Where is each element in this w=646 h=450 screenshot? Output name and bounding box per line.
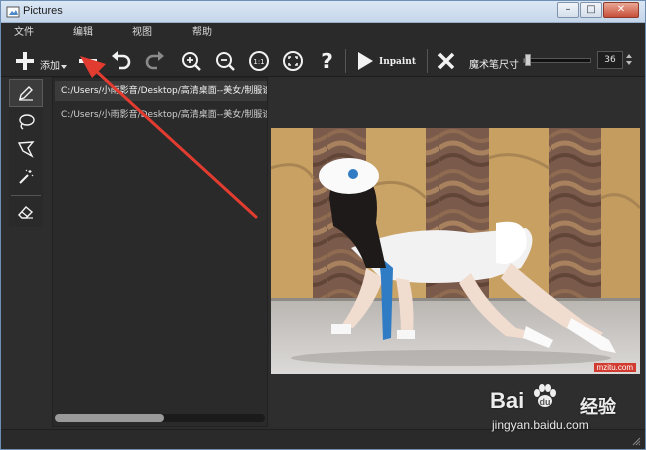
baidu-jingyan-text: 经验 (580, 397, 616, 418)
polygon-lasso-icon (17, 141, 35, 158)
lasso-icon (19, 114, 35, 130)
lasso-tool[interactable] (9, 108, 43, 136)
zoom-in-button[interactable] (179, 49, 203, 73)
status-bar (1, 429, 645, 449)
redo-icon (145, 51, 164, 70)
pencil-tool[interactable] (9, 79, 43, 107)
add-dropdown-icon[interactable] (61, 65, 67, 69)
brush-size-stepper[interactable] (624, 51, 634, 69)
fit-window-button[interactable] (281, 49, 305, 73)
file-list-item[interactable]: C:/Users/小雨影音/Desktop/高清桌面--美女/制服诱惑 (55, 105, 267, 125)
minimize-icon: – (565, 4, 571, 15)
baidu-logo-text: Bai (490, 388, 525, 413)
tool-separator (11, 195, 41, 196)
undo-button[interactable] (109, 49, 133, 73)
menu-edit[interactable]: 编辑 (73, 23, 93, 43)
photo-watermark: mzitu.com (593, 363, 636, 372)
magic-wand-icon (19, 169, 34, 184)
svg-text:1:1: 1:1 (253, 58, 264, 66)
resize-grip-icon[interactable] (631, 436, 641, 446)
baidu-logo-tail: du (540, 397, 551, 407)
loaded-photo[interactable]: mzitu.com (271, 128, 640, 374)
minimize-button[interactable]: – (557, 2, 579, 18)
app-icon (6, 6, 20, 18)
brush-size-input[interactable]: 36 (597, 51, 623, 69)
file-list-hscrollbar[interactable] (55, 414, 265, 422)
pencil-icon (19, 86, 33, 101)
fit-window-icon (283, 51, 303, 71)
zoom-in-icon (182, 52, 201, 71)
clear-selection-button[interactable] (434, 49, 458, 73)
actual-size-icon: 1:1 (249, 51, 269, 71)
menu-file[interactable]: 文件 (14, 23, 34, 43)
toolbar-separator (427, 49, 428, 73)
magic-wand-tool[interactable] (9, 163, 43, 191)
close-button[interactable]: ✕ (603, 2, 639, 18)
help-button[interactable]: ? (315, 49, 339, 73)
close-icon: ✕ (616, 4, 626, 15)
inpaint-label[interactable]: Inpaint (379, 57, 416, 67)
inpaint-button[interactable] (353, 49, 377, 73)
file-list-item[interactable]: C:/Users/小雨影音/Desktop/高清桌面--美女/制服诱惑 (55, 81, 267, 101)
file-list: C:/Users/小雨影音/Desktop/高清桌面--美女/制服诱惑 C:/U… (52, 77, 268, 427)
polygon-lasso-tool[interactable] (9, 135, 43, 163)
window-title: Pictures (23, 5, 63, 17)
baidu-paw-icon: du (534, 384, 556, 407)
maximize-button[interactable]: □ (580, 2, 602, 18)
selection-tools (9, 77, 43, 227)
title-bar[interactable]: Pictures – □ ✕ (1, 1, 645, 23)
help-icon: ? (321, 50, 333, 72)
stepper-up-icon[interactable] (626, 54, 632, 58)
photo-image (271, 128, 640, 374)
eraser-icon (18, 206, 34, 219)
brush-size-label: 魔术笔尺寸 (469, 60, 519, 71)
brush-size-slider-handle[interactable] (525, 54, 532, 66)
stepper-down-icon[interactable] (626, 61, 632, 65)
actual-size-button[interactable]: 1:1 (247, 49, 271, 73)
menu-help[interactable]: 帮助 (192, 23, 212, 43)
svg-text:?: ? (321, 50, 333, 72)
toolbar-separator (345, 49, 346, 73)
zoom-out-button[interactable] (213, 49, 237, 73)
add-label[interactable]: 添加 (40, 57, 60, 72)
maximize-icon: □ (586, 4, 596, 15)
plus-icon (16, 52, 34, 70)
play-icon (358, 52, 373, 70)
file-list-scroll-thumb[interactable] (55, 414, 165, 422)
brush-size-slider[interactable] (523, 58, 591, 63)
x-icon (437, 52, 455, 70)
zoom-out-icon (216, 52, 235, 71)
undo-icon (112, 51, 131, 70)
redo-button[interactable] (143, 49, 167, 73)
baidu-jingyan-url: jingyan.baidu.com (492, 418, 589, 432)
menu-view[interactable]: 视图 (132, 23, 152, 43)
menu-bar: 文件 编辑 视图 帮助 (1, 23, 645, 43)
remove-button[interactable] (76, 49, 100, 73)
minus-icon (79, 59, 97, 63)
eraser-tool[interactable] (9, 198, 43, 226)
image-canvas[interactable]: mzitu.com (269, 77, 643, 427)
add-button[interactable] (13, 49, 37, 73)
